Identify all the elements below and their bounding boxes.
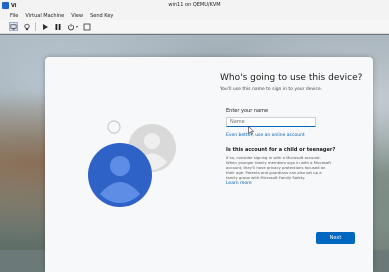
screen-icon[interactable] bbox=[9, 22, 18, 31]
child-account-description: If so, consider signing in with a Micros… bbox=[226, 155, 331, 180]
child-account-heading: Is this account for a child or teenager? bbox=[226, 147, 336, 153]
fullscreen-icon[interactable] bbox=[82, 22, 91, 31]
next-button[interactable]: Next bbox=[316, 232, 355, 244]
chevron-down-icon[interactable]: ▾ bbox=[76, 24, 78, 29]
pause-icon[interactable] bbox=[53, 22, 62, 31]
lightbulb-icon[interactable] bbox=[22, 22, 31, 31]
account-illustration bbox=[88, 120, 176, 207]
power-icon[interactable] bbox=[66, 22, 75, 31]
toolbar-separator bbox=[35, 22, 36, 31]
play-icon[interactable] bbox=[40, 22, 49, 31]
menu-file[interactable]: File bbox=[10, 13, 18, 19]
menubar: File Virtual Machine View Send Key bbox=[0, 11, 389, 20]
oobe-panel: Who's going to use this device? You'll u… bbox=[45, 57, 373, 272]
vm-titlebar: Vi win11 on QEMU/KVM bbox=[0, 0, 389, 11]
menu-virtual-machine[interactable]: Virtual Machine bbox=[25, 13, 64, 19]
page-subtitle: You'll use this name to sign in to your … bbox=[220, 87, 323, 92]
toolbar: ▾ bbox=[0, 20, 389, 34]
window-title: win11 on QEMU/KVM bbox=[168, 2, 221, 8]
menu-send-key[interactable]: Send Key bbox=[90, 13, 113, 19]
online-account-link[interactable]: Even better, use an online account bbox=[226, 133, 305, 138]
learn-more-link[interactable]: Learn more bbox=[226, 181, 252, 186]
name-input[interactable] bbox=[226, 117, 316, 127]
name-field-label: Enter your name bbox=[226, 108, 269, 114]
guest-desktop: Who's going to use this device? You'll u… bbox=[0, 35, 389, 272]
menu-view[interactable]: View bbox=[71, 13, 83, 19]
page-title: Who's going to use this device? bbox=[220, 73, 363, 83]
